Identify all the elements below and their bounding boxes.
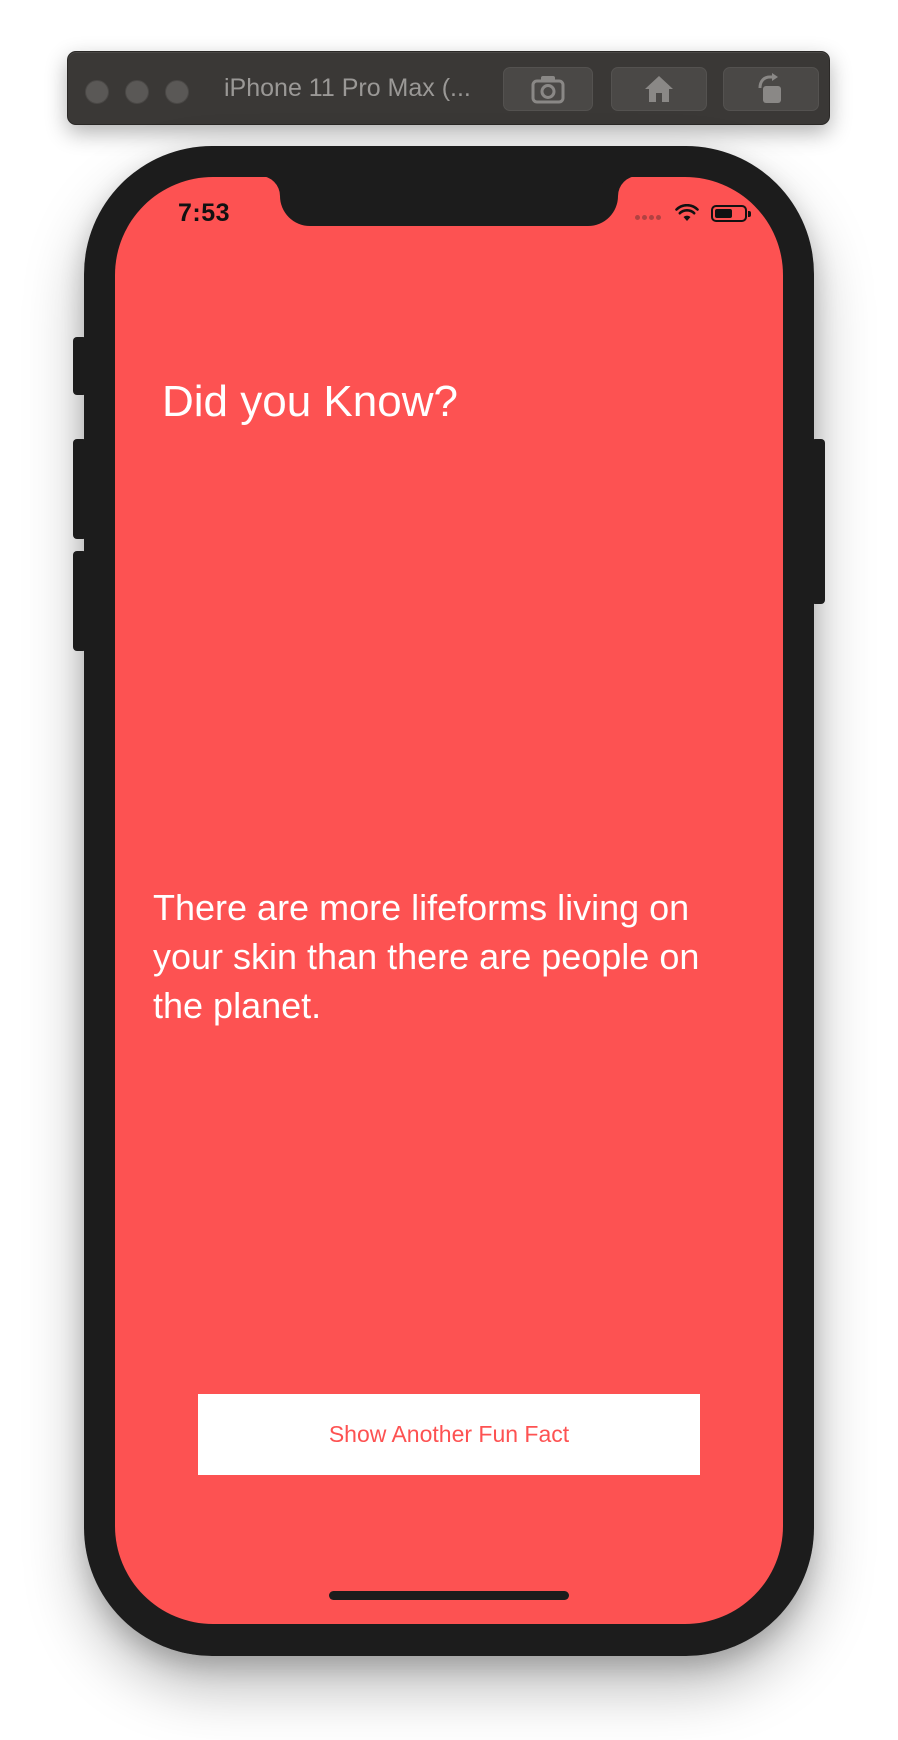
wifi-icon [675, 204, 699, 221]
close-window-button[interactable] [85, 80, 109, 104]
rotate-icon [758, 73, 781, 103]
fun-fact-text: There are more lifeforms living on your … [153, 887, 700, 1026]
status-indicators [635, 201, 751, 225]
battery-icon [711, 204, 751, 222]
minimize-window-button[interactable] [125, 80, 149, 104]
show-another-fun-fact-button[interactable]: Show Another Fun Fact [198, 1394, 700, 1475]
simulator-title: iPhone 11 Pro Max (... [224, 74, 471, 102]
status-time: 7:53 [178, 199, 231, 227]
page-title: Did you Know? [162, 377, 458, 426]
battery-level [715, 208, 732, 218]
signal-icon [635, 214, 663, 220]
notch [280, 177, 618, 226]
app-screen: 7:53 Did you Know? There are more lifefo… [115, 177, 783, 1624]
zoom-window-button[interactable] [165, 80, 189, 104]
screenshot-button[interactable] [503, 67, 593, 111]
rotate-button[interactable] [723, 67, 819, 111]
home-button[interactable] [611, 67, 707, 111]
home-icon [645, 76, 673, 102]
simulator-title-bar: iPhone 11 Pro Max (... [67, 51, 830, 125]
iphone-frame: 7:53 Did you Know? There are more lifefo… [84, 146, 814, 1656]
stage: iPhone 11 Pro Max (... 7:53 Did you Know… [0, 0, 898, 1740]
camera-icon [531, 76, 565, 104]
home-indicator[interactable] [329, 1591, 569, 1600]
